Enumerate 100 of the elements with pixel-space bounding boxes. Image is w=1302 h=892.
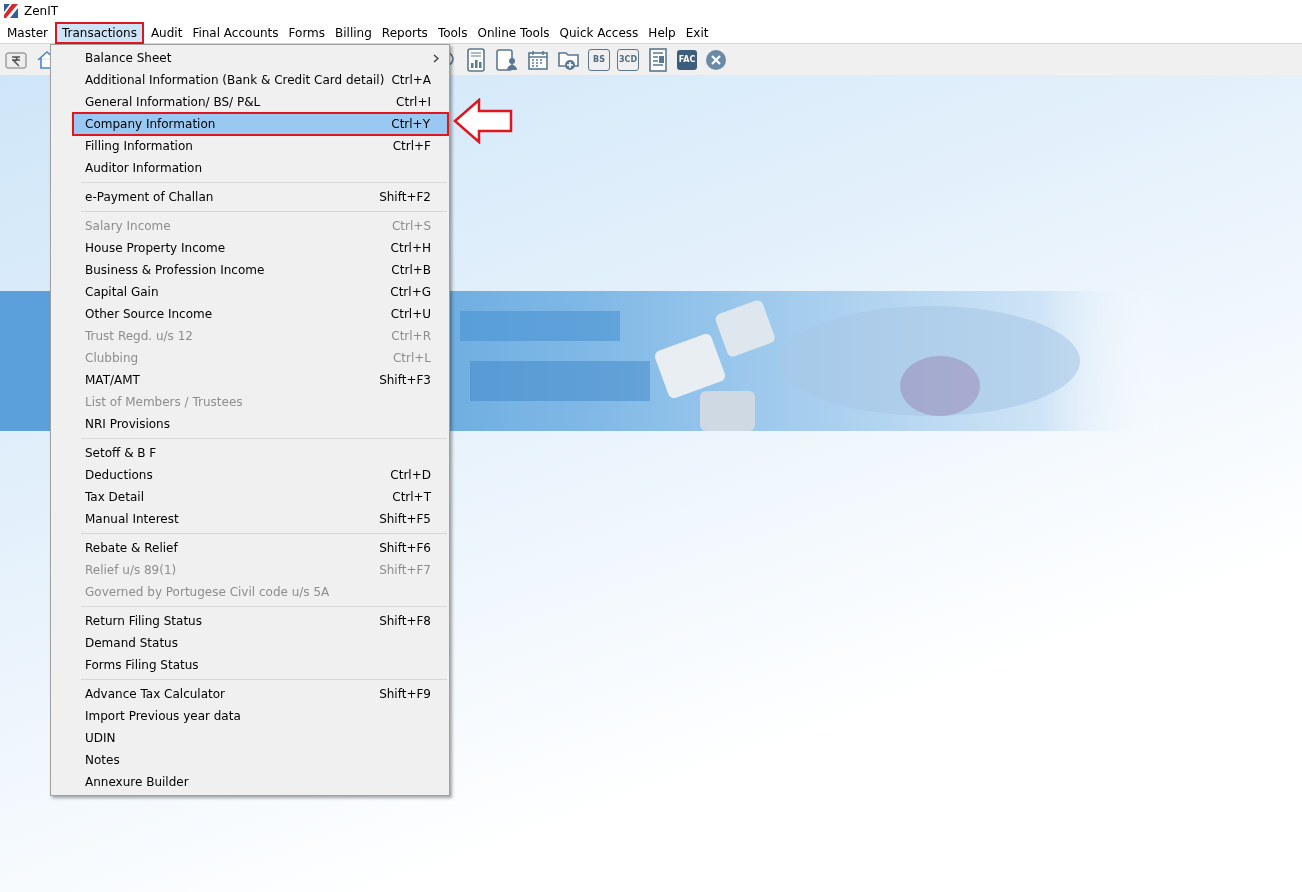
menu-item-label: Annexure Builder — [85, 775, 189, 789]
menu-item-label: Other Source Income — [85, 307, 213, 321]
menu-item[interactable]: MAT/AMT Shift+F3 — [51, 369, 449, 391]
menu-item-label: Demand Status — [85, 636, 178, 650]
menu-item[interactable]: Deductions Ctrl+D — [51, 464, 449, 486]
menu-item[interactable]: Business & Profession Income Ctrl+B — [51, 259, 449, 281]
shortcut-label: Shift+F8 — [379, 614, 431, 628]
menu-item[interactable]: Company Information Ctrl+Y — [73, 113, 448, 135]
shortcut-label: Ctrl+D — [390, 468, 431, 482]
shortcut-label: Ctrl+T — [392, 490, 431, 504]
toolbar-button[interactable]: FAC — [677, 49, 697, 70]
menu-item[interactable]: Manual Interest Shift+F5 — [51, 508, 449, 530]
menu-item-label: General Information/ BS/ P&L — [85, 95, 261, 109]
menu-item[interactable]: Setoff & B F — [51, 442, 449, 464]
shortcut-label: Ctrl+U — [390, 307, 431, 321]
menu-item[interactable]: Notes — [51, 749, 449, 771]
shortcut-label: Shift+F2 — [379, 190, 431, 204]
menu-item[interactable]: Balance Sheet — [51, 47, 449, 69]
shortcut-label: Ctrl+A — [391, 73, 431, 87]
menu-item[interactable]: General Information/ BS/ P&L Ctrl+I — [51, 91, 449, 113]
menu-item-label: Manual Interest — [85, 512, 179, 526]
menu-item-label: Tax Detail — [85, 490, 144, 504]
menu-item-label: Auditor Information — [85, 161, 203, 175]
menu-item-label: UDIN — [85, 731, 116, 745]
menu-item[interactable]: Exit — [680, 23, 714, 42]
menu-item-label: e-Payment of Challan — [85, 190, 214, 204]
app-logo-icon — [4, 4, 18, 18]
menu-item-label: Balance Sheet — [85, 51, 172, 65]
shortcut-label: Ctrl+H — [390, 241, 431, 255]
calendar-icon[interactable] — [527, 48, 549, 71]
menu-item-label: NRI Provisions — [85, 417, 170, 431]
menu-item-label: Rebate & Relief — [85, 541, 178, 555]
menu-item-label: Business & Profession Income — [85, 263, 265, 277]
shortcut-label: Ctrl+G — [390, 285, 431, 299]
menu-item[interactable]: Forms — [283, 23, 331, 42]
menu-item[interactable]: Import Previous year data — [51, 705, 449, 727]
menu-item-label: Capital Gain — [85, 285, 159, 299]
toolbar-button[interactable]: BS — [588, 48, 610, 71]
pointer-arrow — [453, 98, 513, 144]
menu-item-label: Salary Income — [85, 219, 171, 233]
menu-item[interactable]: Transactions — [57, 23, 142, 42]
menu-item[interactable]: Final Accounts — [187, 23, 284, 42]
shortcut-label: Ctrl+B — [391, 263, 431, 277]
shortcut-label: Ctrl+S — [391, 219, 431, 233]
menu-item[interactable]: Filling Information Ctrl+F — [51, 135, 449, 157]
menu-item-label: Return Filing Status — [85, 614, 202, 628]
menu-item[interactable]: Billing — [330, 23, 377, 42]
menu-item[interactable]: NRI Provisions — [51, 413, 449, 435]
menu-item[interactable]: Online Tools — [472, 23, 555, 42]
report-chart-icon[interactable] — [466, 47, 486, 72]
shortcut-label: Ctrl+I — [396, 95, 431, 109]
menu-item[interactable]: Tools — [432, 23, 473, 42]
menu-item-label: Forms Filing Status — [85, 658, 199, 672]
menu-item-label: Import Previous year data — [85, 709, 241, 723]
document-icon[interactable] — [648, 47, 668, 72]
menu-item[interactable]: House Property Income Ctrl+H — [51, 237, 449, 259]
menu-item-label: Company Information — [85, 117, 216, 131]
menu-item[interactable]: Annexure Builder — [51, 771, 449, 793]
menu-item[interactable]: Quick Access — [554, 23, 644, 42]
menu-item-label: Governed by Portugese Civil code u/s 5A — [85, 585, 330, 599]
menu-item[interactable]: Demand Status — [51, 632, 449, 654]
menu-item-label: MAT/AMT — [85, 373, 140, 387]
menu-item-label: List of Members / Trustees — [85, 395, 243, 409]
menu-item[interactable]: Audit — [145, 23, 188, 42]
menu-item[interactable]: Rebate & Relief Shift+F6 — [51, 537, 449, 559]
menu-item-label: House Property Income — [85, 241, 226, 255]
menu-item[interactable]: Additional Information (Bank & Credit Card detail) Ctrl+A — [51, 69, 449, 91]
menu-item[interactable]: Help — [643, 23, 681, 42]
menu-item[interactable]: Reports — [376, 23, 433, 42]
menu-item[interactable]: Auditor Information — [51, 157, 449, 179]
menu-item[interactable]: Master — [2, 23, 53, 42]
menu-item[interactable]: Advance Tax Calculator Shift+F9 — [51, 683, 449, 705]
close-icon[interactable] — [705, 48, 727, 71]
window-title: ZenIT — [24, 4, 59, 18]
menu-item-label: Relief u/s 89(1) — [85, 563, 177, 577]
menu-item-label: Setoff & B F — [85, 446, 157, 460]
shortcut-label: Shift+F9 — [379, 687, 431, 701]
shortcut-label: Shift+F3 — [379, 373, 431, 387]
shortcut-label: Ctrl+L — [392, 351, 431, 365]
menu-item-label: Clubbing — [85, 351, 139, 365]
person-card-icon[interactable] — [495, 47, 519, 72]
menu-item[interactable]: Tax Detail Ctrl+T — [51, 486, 449, 508]
menu-item-label: Trust Regd. u/s 12 — [85, 329, 193, 343]
shortcut-label: Ctrl+R — [391, 329, 431, 343]
rupee-note-icon[interactable] — [5, 49, 27, 70]
shortcut-label: Shift+F6 — [379, 541, 431, 555]
shortcut-label: Shift+F5 — [379, 512, 431, 526]
toolbar-button[interactable]: 3CD — [617, 48, 639, 71]
menu-item[interactable]: e-Payment of Challan Shift+F2 — [51, 186, 449, 208]
menu-item[interactable]: Other Source Income Ctrl+U — [51, 303, 449, 325]
menu-item-label: Advance Tax Calculator — [85, 687, 226, 701]
menu-item[interactable]: Return Filing Status Shift+F8 — [51, 610, 449, 632]
menu-item-label: Additional Information (Bank & Credit Card detail) — [85, 73, 385, 87]
menu-item[interactable]: Forms Filing Status — [51, 654, 449, 676]
menu-item[interactable]: Capital Gain Ctrl+G — [51, 281, 449, 303]
menu-item[interactable]: UDIN — [51, 727, 449, 749]
shortcut-label: Ctrl+Y — [391, 117, 430, 131]
shortcut-label: Ctrl+F — [392, 139, 431, 153]
menu-item-label: Notes — [85, 753, 120, 767]
menu-item-label: Filling Information — [85, 139, 193, 153]
